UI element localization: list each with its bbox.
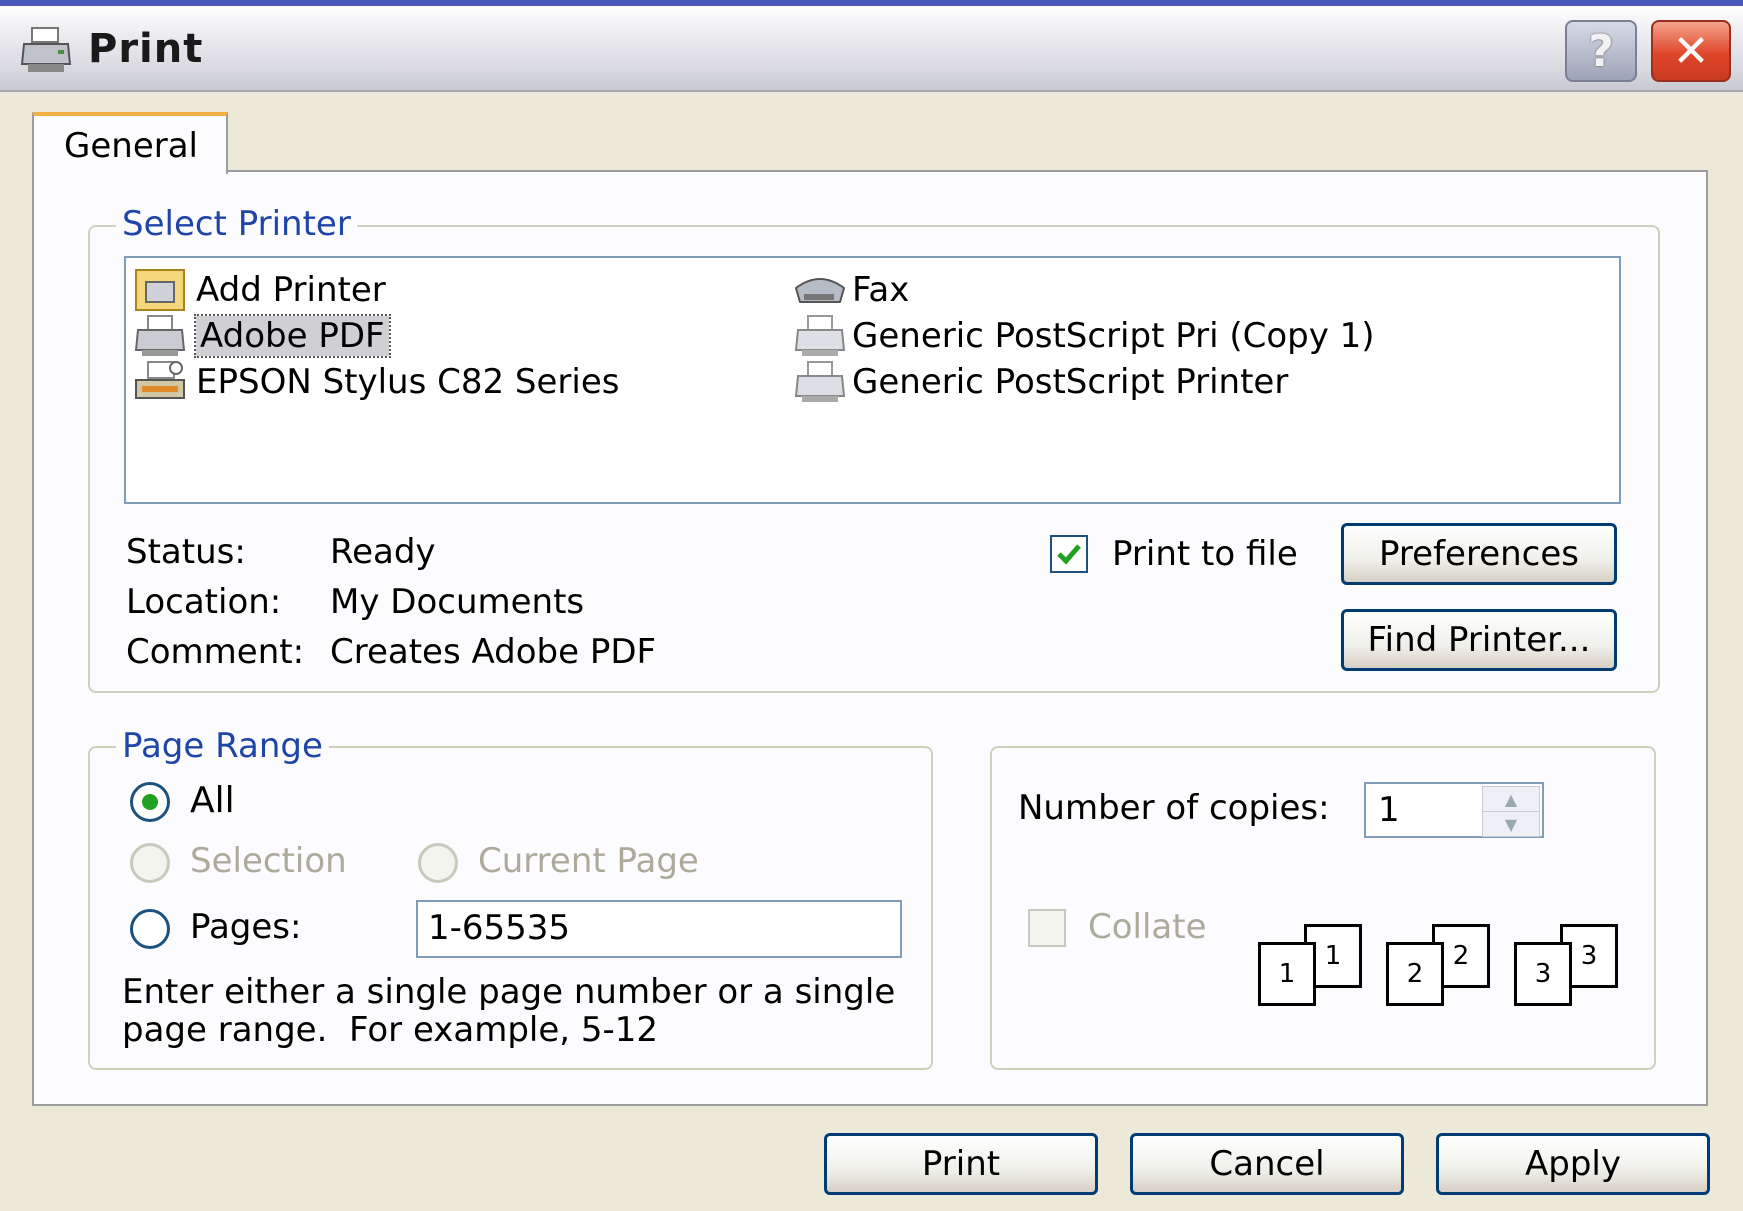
printer-label: Fax <box>852 270 910 310</box>
radio-all[interactable] <box>130 782 170 822</box>
collate-checkbox <box>1028 909 1066 947</box>
printer-item-generic-copy[interactable]: Generic PostScript Pri (Copy 1) <box>794 314 1375 358</box>
printer-item-epson[interactable]: EPSON Stylus C82 Series <box>134 360 620 404</box>
preferences-button[interactable]: Preferences <box>1341 523 1617 585</box>
radio-selection-label: Selection <box>190 841 347 881</box>
fax-icon <box>794 278 846 303</box>
printer-icon <box>794 315 846 356</box>
location-label: Location: <box>126 582 282 622</box>
printer-list[interactable]: Add Printer Adobe PDF EPSON Stylus C82 S… <box>124 256 1621 504</box>
radio-current-page <box>418 843 458 883</box>
radio-selection <box>130 843 170 883</box>
collate-label: Collate <box>1088 907 1207 947</box>
printer-item-generic[interactable]: Generic PostScript Printer <box>794 360 1288 404</box>
tab-general[interactable]: General <box>32 112 228 174</box>
radio-all-label: All <box>190 780 235 821</box>
printer-label: EPSON Stylus C82 Series <box>196 362 620 402</box>
status-value: Ready <box>330 532 436 572</box>
print-button[interactable]: Print <box>824 1133 1098 1195</box>
location-value: My Documents <box>330 582 585 622</box>
collate-page-icon: 3 <box>1514 942 1572 1006</box>
pages-input[interactable]: 1-65535 <box>416 900 902 958</box>
close-button[interactable]: ✕ <box>1651 20 1731 82</box>
printer-icon <box>794 361 846 402</box>
printer-item-fax[interactable]: Fax <box>794 268 909 312</box>
printer-item-add-printer[interactable]: Add Printer <box>134 268 386 312</box>
status-label: Status: <box>126 532 246 572</box>
comment-value: Creates Adobe PDF <box>330 632 657 672</box>
find-printer-button[interactable]: Find Printer... <box>1341 609 1617 671</box>
comment-label: Comment: <box>126 632 305 672</box>
printer-label: Add Printer <box>196 270 386 310</box>
printer-label: Generic PostScript Printer <box>852 362 1289 402</box>
print-to-file-label: Print to file <box>1112 534 1298 574</box>
printer-label: Generic PostScript Pri (Copy 1) <box>852 316 1375 356</box>
printer-item-adobe-pdf[interactable]: Adobe PDF <box>134 314 391 358</box>
page-range-title: Page Range <box>116 726 329 766</box>
collate-page-icon: 2 <box>1386 942 1444 1006</box>
title-bar <box>0 0 1743 92</box>
help-icon: ? <box>1588 25 1614 77</box>
printer-icon <box>134 315 186 356</box>
check-mark-icon <box>1057 544 1081 565</box>
page-range-hint-line1: Enter either a single page number or a s… <box>122 972 896 1012</box>
print-to-file-checkbox[interactable] <box>1050 535 1088 573</box>
window-title: Print <box>88 26 204 72</box>
radio-pages[interactable] <box>130 909 170 949</box>
printer-label: Adobe PDF <box>194 314 391 358</box>
copies-input[interactable]: 1 <box>1378 790 1400 830</box>
copies-label: Number of copies: <box>1018 788 1330 828</box>
chevron-down-icon: ▼ <box>1504 814 1518 834</box>
epson-printer-icon <box>135 361 185 399</box>
help-button[interactable]: ? <box>1565 20 1637 82</box>
copies-spinner[interactable]: 1 ▲ ▼ <box>1364 782 1544 838</box>
radio-pages-label: Pages: <box>190 907 302 947</box>
select-printer-title: Select Printer <box>116 204 357 244</box>
radio-current-page-label: Current Page <box>478 841 699 881</box>
apply-button[interactable]: Apply <box>1436 1133 1710 1195</box>
spin-up-button[interactable]: ▲ <box>1482 786 1540 812</box>
spin-down-button[interactable]: ▼ <box>1482 811 1540 837</box>
cancel-button[interactable]: Cancel <box>1130 1133 1404 1195</box>
collate-page-icon: 1 <box>1258 942 1316 1006</box>
chevron-up-icon: ▲ <box>1504 789 1518 809</box>
page-range-hint-line2: page range. For example, 5-12 <box>122 1010 659 1050</box>
printer-icon <box>20 27 72 72</box>
close-icon: ✕ <box>1672 25 1710 77</box>
add-printer-icon <box>135 269 185 311</box>
